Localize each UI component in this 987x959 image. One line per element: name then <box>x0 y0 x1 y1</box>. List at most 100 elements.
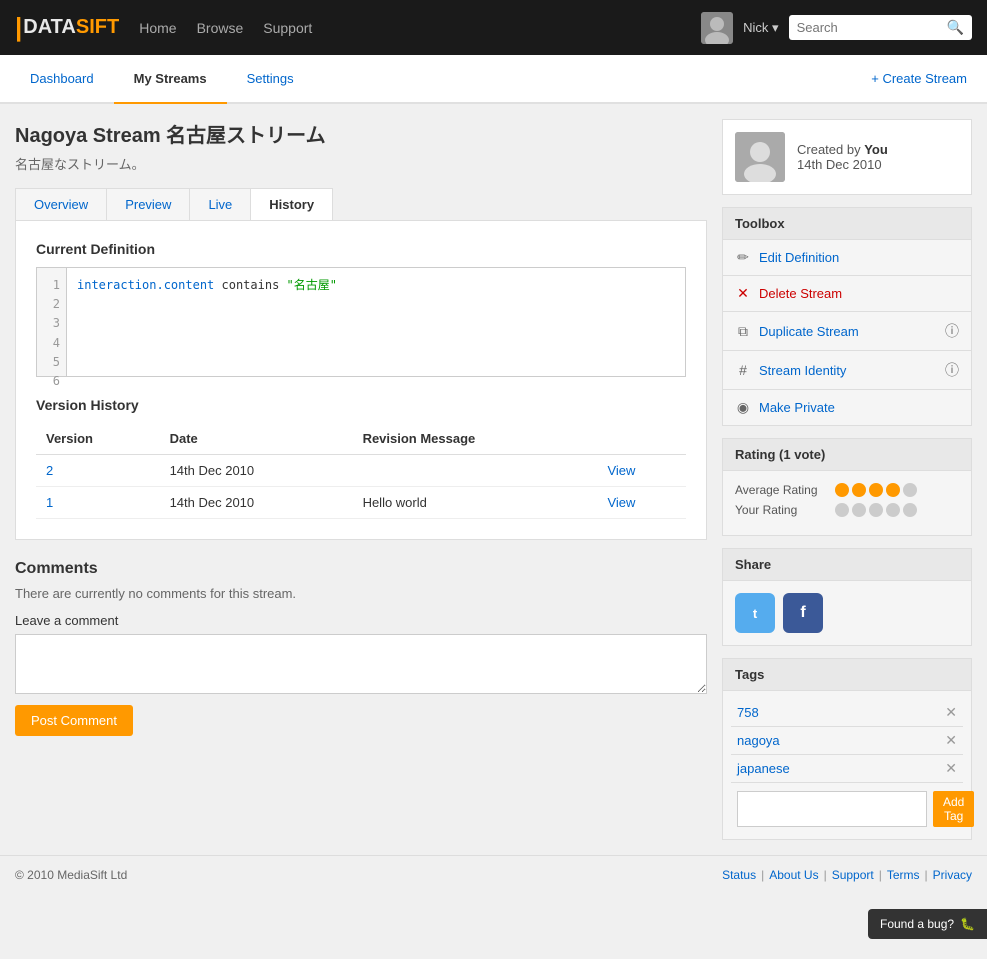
col-action <box>597 423 686 455</box>
facebook-share-button[interactable]: f <box>783 593 823 633</box>
line-num-4: 4 <box>43 334 60 353</box>
toolbox-header: Toolbox <box>723 208 971 240</box>
creator-by: Created by You <box>797 142 888 157</box>
version-date-1: 14th Dec 2010 <box>160 487 353 519</box>
search-box: 🔍 <box>789 15 972 40</box>
col-date: Date <box>160 423 353 455</box>
your-stars <box>835 503 917 517</box>
version-link-2[interactable]: 2 <box>46 463 53 478</box>
nav-home[interactable]: Home <box>139 20 176 36</box>
logo-bar: | <box>15 12 22 43</box>
tag-item-nagoya: nagoya ✕ <box>731 727 963 755</box>
facebook-icon: f <box>800 604 805 622</box>
avg-star-5[interactable] <box>903 483 917 497</box>
edit-definition-label: Edit Definition <box>759 250 959 265</box>
add-tag-row: Add Tag <box>731 783 963 831</box>
nav-browse[interactable]: Browse <box>197 20 244 36</box>
share-content: t f <box>723 581 971 645</box>
page-title: Nagoya Stream 名古屋ストリーム <box>15 119 707 148</box>
make-private-button[interactable]: ◉ Make Private <box>723 390 971 425</box>
avg-star-2[interactable] <box>852 483 866 497</box>
version-history-label: Version History <box>36 397 686 413</box>
user-menu[interactable]: Nick ▾ <box>743 20 778 36</box>
your-star-3[interactable] <box>869 503 883 517</box>
identity-info-icon: ⓘ <box>945 360 959 380</box>
create-stream-button[interactable]: + Create Stream <box>861 55 977 102</box>
header-right: Nick ▾ 🔍 <box>701 12 972 44</box>
col-revision: Revision Message <box>353 423 598 455</box>
search-input[interactable] <box>797 20 947 35</box>
creator-avatar <box>735 132 785 182</box>
no-comments-message: There are currently no comments for this… <box>15 586 707 601</box>
copyright: © 2010 MediaSift Ltd <box>15 868 127 882</box>
footer-status[interactable]: Status <box>722 868 756 882</box>
tab-my-streams[interactable]: My Streams <box>114 55 227 104</box>
stream-identity-button[interactable]: # Stream Identity ⓘ <box>723 351 971 390</box>
rating-box: Rating (1 vote) Average Rating Your Rati… <box>722 438 972 536</box>
footer: © 2010 MediaSift Ltd Status | About Us |… <box>0 855 987 894</box>
bug-report-label: Found a bug? <box>880 917 954 931</box>
average-stars <box>835 483 917 497</box>
footer-links: Status | About Us | Support | Terms | Pr… <box>722 868 972 882</box>
logo-sift: SIFT <box>76 16 119 39</box>
view-version-2[interactable]: View <box>607 463 635 478</box>
bug-report-button[interactable]: Found a bug? 🐛 <box>868 909 987 939</box>
main-content: Nagoya Stream 名古屋ストリーム 名古屋なストリーム。 Overvi… <box>0 104 987 855</box>
rating-header: Rating (1 vote) <box>723 439 971 471</box>
footer-support[interactable]: Support <box>832 868 874 882</box>
comment-input[interactable] <box>15 634 707 694</box>
table-row: 2 14th Dec 2010 View <box>36 455 686 487</box>
tag-link-nagoya[interactable]: nagoya <box>737 733 780 748</box>
footer-about[interactable]: About Us <box>769 868 818 882</box>
avatar <box>701 12 733 44</box>
tags-content: 758 ✕ nagoya ✕ japanese ✕ Add Tag <box>723 691 971 839</box>
tab-history[interactable]: History <box>251 189 332 220</box>
duplicate-stream-button[interactable]: ⧉ Duplicate Stream ⓘ <box>723 312 971 351</box>
your-rating-label: Your Rating <box>735 503 835 517</box>
footer-terms[interactable]: Terms <box>887 868 920 882</box>
stream-identity-label: Stream Identity <box>759 363 945 378</box>
your-star-5[interactable] <box>903 503 917 517</box>
tag-link-japanese[interactable]: japanese <box>737 761 790 776</box>
tag-remove-758[interactable]: ✕ <box>945 704 957 721</box>
add-tag-button[interactable]: Add Tag <box>933 791 974 827</box>
bug-icon: 🐛 <box>960 917 975 931</box>
edit-definition-button[interactable]: ✏ Edit Definition <box>723 240 971 276</box>
toolbox: Toolbox ✏ Edit Definition ✕ Delete Strea… <box>722 207 972 426</box>
rating-content: Average Rating Your Rating <box>723 471 971 535</box>
tags-header: Tags <box>723 659 971 691</box>
tag-remove-nagoya[interactable]: ✕ <box>945 732 957 749</box>
share-header: Share <box>723 549 971 581</box>
avg-star-3[interactable] <box>869 483 883 497</box>
avg-star-1[interactable] <box>835 483 849 497</box>
private-icon: ◉ <box>735 399 751 416</box>
nav-tabs: Dashboard My Streams Settings + Create S… <box>0 55 987 104</box>
tab-settings[interactable]: Settings <box>227 55 314 104</box>
comments-title: Comments <box>15 560 707 578</box>
version-date-2: 14th Dec 2010 <box>160 455 353 487</box>
footer-privacy[interactable]: Privacy <box>933 868 972 882</box>
tag-input[interactable] <box>737 791 927 827</box>
view-version-1[interactable]: View <box>607 495 635 510</box>
tab-dashboard[interactable]: Dashboard <box>10 55 114 104</box>
tab-live[interactable]: Live <box>190 189 251 220</box>
version-link-1[interactable]: 1 <box>46 495 53 510</box>
tab-overview[interactable]: Overview <box>16 189 107 220</box>
avg-star-4[interactable] <box>886 483 900 497</box>
post-comment-button[interactable]: Post Comment <box>15 705 133 736</box>
nav-support[interactable]: Support <box>263 20 312 36</box>
left-panel: Nagoya Stream 名古屋ストリーム 名古屋なストリーム。 Overvi… <box>15 119 707 840</box>
tab-preview[interactable]: Preview <box>107 189 190 220</box>
your-star-2[interactable] <box>852 503 866 517</box>
line-num-2: 2 <box>43 295 60 314</box>
your-star-1[interactable] <box>835 503 849 517</box>
copy-icon: ⧉ <box>735 323 751 340</box>
average-rating-label: Average Rating <box>735 483 835 497</box>
twitter-share-button[interactable]: t <box>735 593 775 633</box>
search-button[interactable]: 🔍 <box>947 19 964 36</box>
tag-link-758[interactable]: 758 <box>737 705 759 720</box>
col-version: Version <box>36 423 160 455</box>
delete-stream-button[interactable]: ✕ Delete Stream <box>723 276 971 312</box>
your-star-4[interactable] <box>886 503 900 517</box>
tag-remove-japanese[interactable]: ✕ <box>945 760 957 777</box>
